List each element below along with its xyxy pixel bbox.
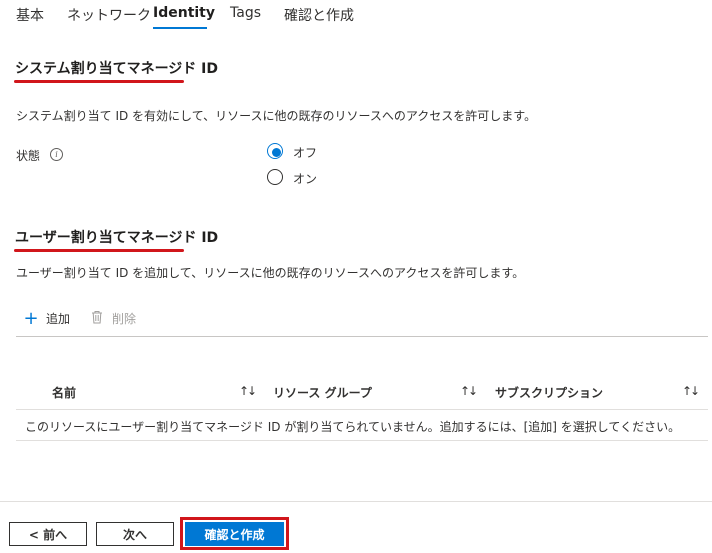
table-row-divider (16, 440, 708, 441)
radio-circle (267, 169, 283, 185)
command-bar-divider (16, 336, 708, 337)
radio-on[interactable]: オン (267, 169, 317, 187)
info-icon[interactable]: i (50, 148, 63, 161)
delete-label: 削除 (112, 311, 137, 326)
red-highlight-box (180, 517, 289, 550)
tab-bar: 基本 ネットワーク Identity Tags 確認と作成 (0, 0, 712, 32)
table-header-divider (16, 409, 708, 410)
system-identity-description: システム割り当て ID を有効にして、リソースに他の既存のリソースへのアクセスを… (16, 109, 537, 123)
column-header-resource-group[interactable]: リソース グループ (273, 384, 372, 401)
radio-off-label: オフ (293, 146, 318, 160)
column-header-subscription[interactable]: サブスクリプション (495, 384, 603, 401)
delete-button[interactable]: 削除 (88, 306, 136, 330)
tab-review-create[interactable]: 確認と作成 (284, 5, 354, 25)
add-label: 追加 (46, 311, 71, 326)
sort-icon[interactable]: ↑↓ (239, 384, 257, 398)
trash-icon (88, 310, 106, 327)
plus-icon: + (23, 307, 39, 329)
next-button[interactable]: 次へ (96, 522, 174, 546)
add-button[interactable]: + 追加 (22, 306, 70, 330)
sort-icon[interactable]: ↑↓ (460, 384, 478, 398)
previous-button[interactable]: < 前へ (9, 522, 87, 546)
radio-selected-dot (271, 147, 281, 157)
footer-divider (0, 501, 712, 502)
radio-off[interactable]: オフ (267, 143, 317, 161)
sort-icon[interactable]: ↑↓ (682, 384, 700, 398)
user-identity-title: ユーザー割り当てマネージド ID (15, 230, 219, 246)
empty-table-message: このリソースにユーザー割り当てマネージド ID が割り当てられていません。追加す… (25, 420, 681, 434)
tab-network[interactable]: ネットワーク (67, 5, 151, 25)
system-identity-title: システム割り当てマネージド ID (15, 61, 219, 77)
tab-tags[interactable]: Tags (230, 5, 261, 21)
column-header-name[interactable]: 名前 (52, 384, 76, 401)
red-highlight-underline (14, 249, 184, 252)
user-identity-description: ユーザー割り当て ID を追加して、リソースに他の既存のリソースへのアクセスを許… (16, 266, 525, 280)
command-bar: + 追加 削除 (16, 306, 706, 330)
tab-basics[interactable]: 基本 (16, 5, 44, 25)
red-highlight-underline (14, 80, 184, 83)
tab-identity[interactable]: Identity (153, 5, 215, 21)
active-tab-indicator (153, 27, 207, 29)
radio-on-label: オン (293, 172, 318, 186)
status-label: 状態 (16, 149, 41, 163)
